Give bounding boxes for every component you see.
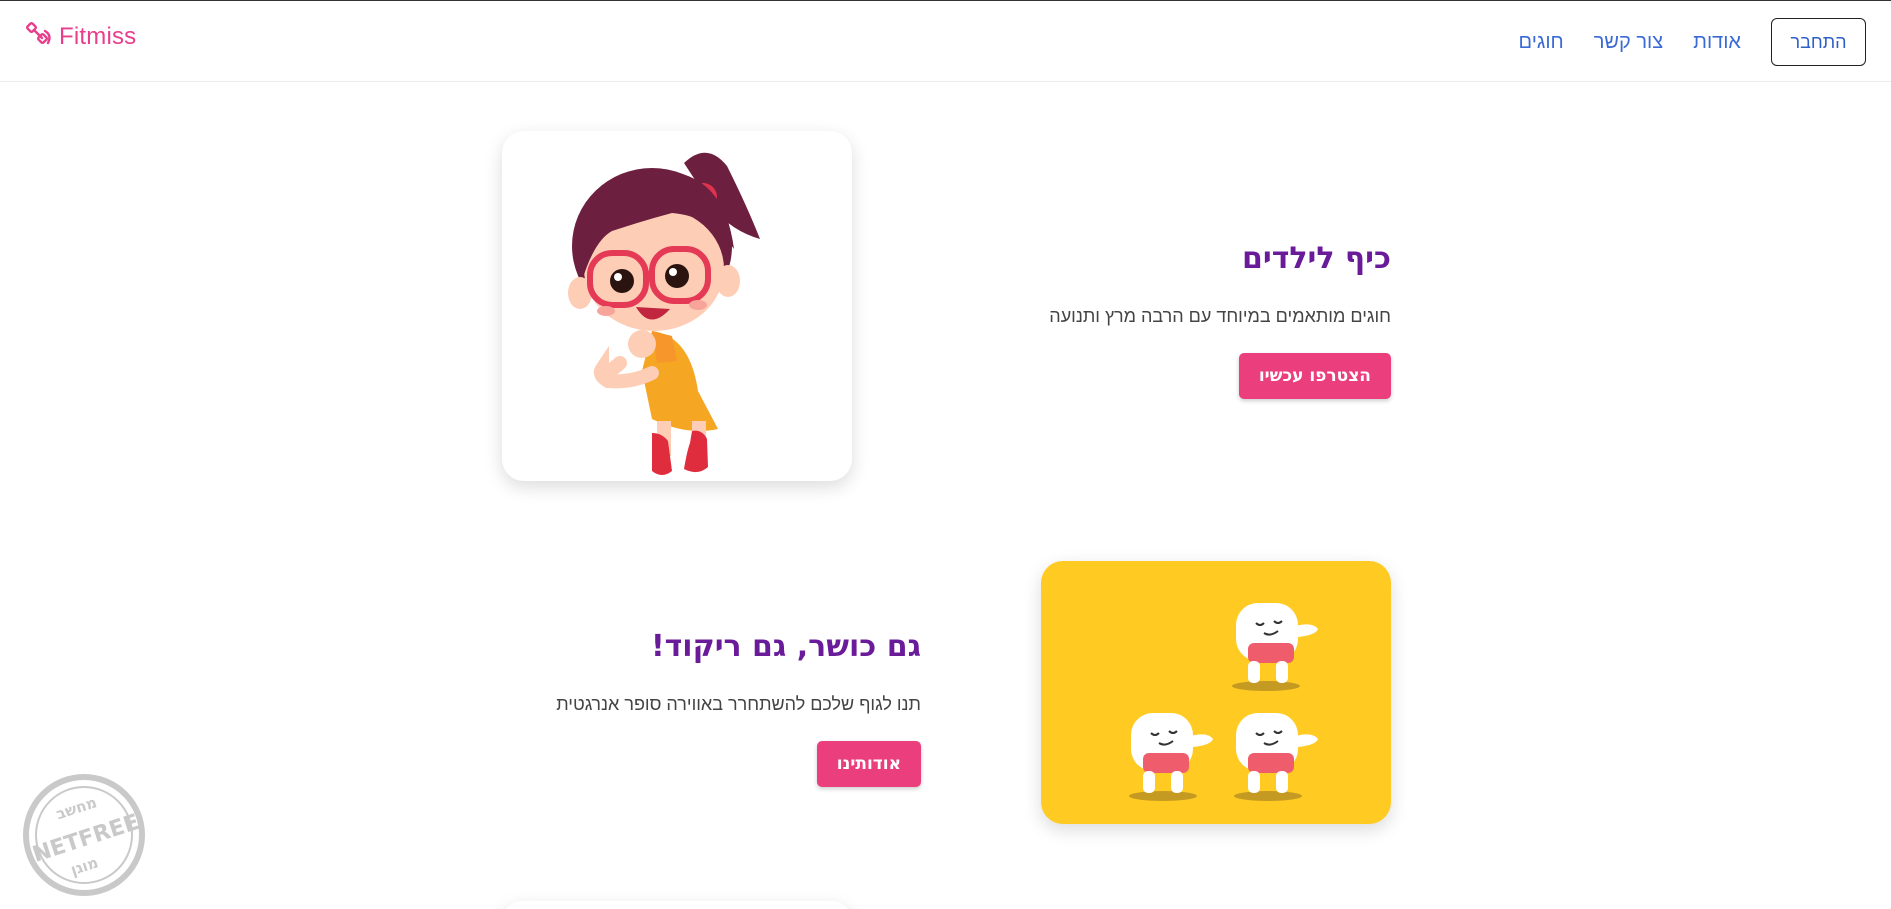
about-us-button[interactable]: אודותינו xyxy=(816,741,921,787)
dumbbell-icon xyxy=(25,21,51,45)
girl-illustration xyxy=(568,152,760,475)
svg-text:מחשב: מחשב xyxy=(54,793,99,823)
nav-link-about[interactable]: אודות xyxy=(1693,31,1741,54)
join-now-button[interactable]: הצטרפו עכשיו xyxy=(1238,353,1391,399)
dancing-characters-illustration xyxy=(1129,603,1318,801)
feature-title: כיף לילדים xyxy=(1241,241,1391,276)
login-button[interactable]: התחבר xyxy=(1771,18,1866,66)
next-illustration-card xyxy=(502,901,852,909)
dance-illustration-card xyxy=(1041,561,1391,824)
feature-title: גם כושר, גם ריקוד! xyxy=(650,629,921,664)
nav-links: חוגים צור קשר אודות התחבר xyxy=(1519,18,1866,66)
nav-link-classes[interactable]: חוגים xyxy=(1519,31,1564,54)
brand-logo[interactable]: Fitmiss xyxy=(25,21,136,53)
navbar: Fitmiss חוגים צור קשר אודות התחבר xyxy=(0,1,1891,82)
kids-illustration-card xyxy=(502,131,852,481)
feature-description: תנו לגוף שלכם להשתחרר באווירה סופר אנרגט… xyxy=(556,694,921,714)
nav-link-contact[interactable]: צור קשר xyxy=(1594,31,1663,54)
svg-text:מוגן: מוגן xyxy=(68,853,100,879)
feature-dance: גם כושר, גם ריקוד! תנו לגוף שלכם להשתחרר… xyxy=(501,629,921,787)
brand-name: Fitmiss xyxy=(59,23,137,50)
feature-description: חוגים מותאמים במיוחד עם הרבה מרץ ותנועה xyxy=(1049,306,1391,326)
netfree-stamp-watermark: מחשב NETFREE מוגן xyxy=(23,774,145,896)
feature-kids: כיף לילדים חוגים מותאמים במיוחד עם הרבה … xyxy=(971,241,1391,399)
